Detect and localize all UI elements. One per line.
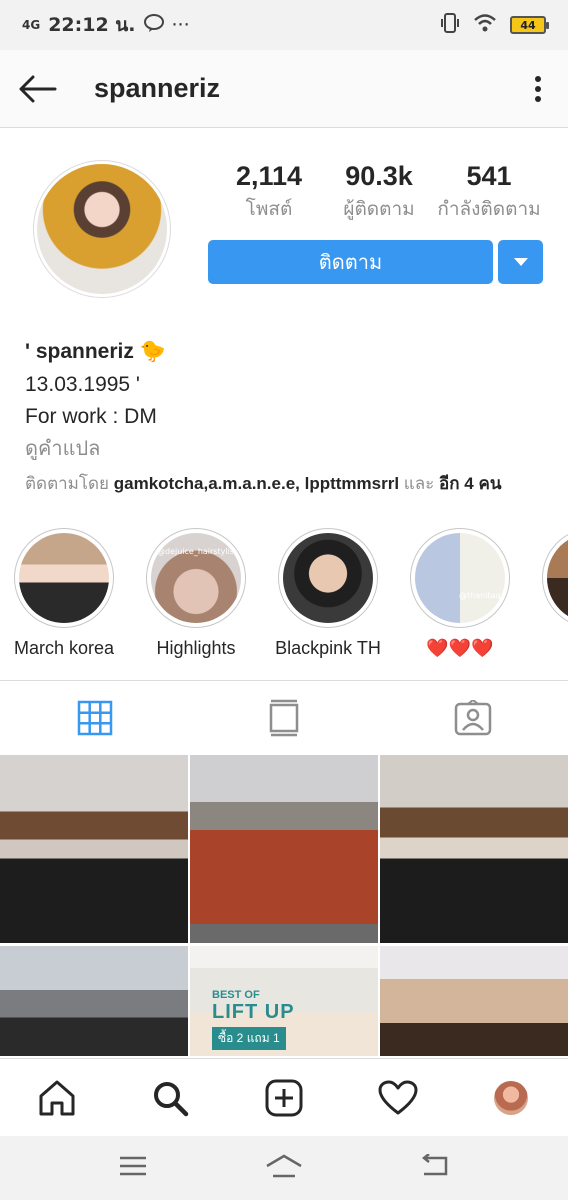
post-thumbnail[interactable]: [190, 755, 378, 943]
back-arrow-icon: [19, 75, 57, 102]
story-highlights: March korea @dejuice_hairstylist Highlig…: [0, 524, 568, 676]
status-time: 22:12 น.: [48, 14, 136, 36]
profile-header: spanneriz: [0, 50, 568, 128]
back-button[interactable]: [0, 50, 76, 128]
followers-count: 90.3k: [345, 161, 413, 191]
followers-label: ผู้ติดตาม: [343, 198, 415, 220]
promo-lift: LIFT UP: [212, 1001, 295, 1023]
followers-stat[interactable]: 90.3k ผู้ติดตาม: [324, 161, 434, 224]
following-label: กำลังติดตาม: [437, 198, 541, 220]
posts-label: โพสต์: [245, 198, 293, 220]
wifi-icon: [474, 13, 496, 37]
highlight-ring: @thanitaq: [410, 528, 510, 628]
bio-name-text: ' spanneriz: [25, 340, 134, 363]
highlight-item[interactable]: @dejuice_hairstylist Highlights: [146, 524, 246, 676]
page-title: spanneriz: [94, 73, 221, 103]
tab-feed[interactable]: [189, 681, 378, 754]
search-icon: [154, 1081, 189, 1116]
status-right: 44: [440, 12, 549, 39]
heart-icon: [378, 1080, 418, 1114]
following-count: 541: [466, 161, 512, 191]
promo-deal: ซื้อ 2 แถม 1: [212, 1027, 286, 1050]
status-bar: 4G 22:12 น. ··· 44: [0, 0, 568, 50]
highlight-label: ❤️❤️❤️: [426, 638, 494, 658]
grid-icon: [77, 700, 112, 735]
following-stat[interactable]: 541 กำลังติดตาม: [434, 161, 544, 224]
promo-title: BEST OF: [212, 989, 260, 1001]
followed-by-prefix: ติดตามโดย: [25, 474, 110, 493]
nav-home[interactable]: [0, 1059, 114, 1136]
promo-overlay: BEST OF LIFT UP ซื้อ 2 แถม 1: [190, 946, 378, 1056]
bio-work: For work : DM: [25, 405, 157, 428]
highlight-cover: @thanitaq: [415, 533, 505, 623]
post-thumbnail[interactable]: [380, 755, 568, 943]
highlight-item[interactable]: March korea: [14, 524, 114, 676]
suggested-accounts-button[interactable]: [498, 240, 543, 284]
highlight-item[interactable]: [542, 524, 568, 676]
more-vertical-icon: [535, 75, 541, 102]
bio-name: ' spanneriz 🐤: [25, 335, 545, 369]
chick-emoji-icon: 🐤: [139, 340, 167, 363]
tab-tagged[interactable]: [379, 681, 568, 754]
vibrate-icon: [440, 12, 460, 39]
add-post-icon: [265, 1079, 303, 1116]
home-nav-icon[interactable]: [265, 1154, 303, 1182]
status-more-icon: ···: [171, 14, 190, 36]
profile-bio: ' spanneriz 🐤 13.03.1995 ' For work : DM…: [25, 335, 545, 503]
bio-birthday: 13.03.1995 ': [25, 373, 140, 396]
profile-stats: 2,114 โพสต์ 90.3k ผู้ติดตาม 541 กำลังติด…: [214, 161, 544, 224]
post-thumbnail[interactable]: BEST OF LIFT UP ซื้อ 2 แถม 1: [190, 946, 378, 1056]
see-translation-link[interactable]: ดูคำแปล: [25, 433, 545, 465]
nav-new-post[interactable]: [227, 1059, 341, 1136]
post-thumbnail[interactable]: [380, 946, 568, 1056]
profile-section: 2,114 โพสต์ 90.3k ผู้ติดตาม 541 กำลังติด…: [0, 129, 568, 524]
highlight-ring: [542, 528, 568, 628]
profile-tabs: [0, 680, 568, 754]
highlight-cover: [547, 533, 568, 623]
tab-grid[interactable]: [0, 681, 189, 754]
network-indicator: 4G: [22, 17, 41, 32]
posts-stat[interactable]: 2,114 โพสต์: [214, 161, 324, 224]
highlight-item[interactable]: @thanitaq ❤️❤️❤️: [410, 524, 510, 676]
bottom-nav: [0, 1058, 568, 1136]
tagged-person-icon: [455, 699, 492, 735]
highlight-cover: @dejuice_hairstylist: [151, 533, 241, 623]
highlight-ring: [14, 528, 114, 628]
highlight-cover: [283, 533, 373, 623]
nav-profile[interactable]: [454, 1059, 568, 1136]
followed-by-and: และ: [403, 474, 435, 493]
avatar-image: [37, 164, 167, 294]
status-left: 4G 22:12 น. ···: [22, 10, 440, 40]
line-notification-icon: [143, 13, 164, 37]
post-thumbnail[interactable]: [0, 755, 188, 943]
follow-button[interactable]: ติดตาม: [208, 240, 493, 284]
profile-avatar[interactable]: [33, 160, 171, 298]
more-options-button[interactable]: [508, 50, 568, 128]
feed-icon: [269, 699, 299, 736]
nav-activity[interactable]: [341, 1059, 455, 1136]
battery-icon: 44: [510, 16, 549, 34]
system-nav-bar: [0, 1136, 568, 1200]
highlight-ring: @dejuice_hairstylist: [146, 528, 246, 628]
followed-by-users: gamkotcha,a.m.a.n.e.e, lppttmmsrrl: [113, 474, 400, 493]
back-nav-icon[interactable]: [420, 1153, 450, 1182]
followed-by-more: อีก 4 คน: [439, 474, 502, 493]
highlight-item[interactable]: Blackpink TH: [275, 524, 381, 676]
followed-by[interactable]: ติดตามโดย gamkotcha,a.m.a.n.e.e, lppttmm…: [25, 465, 545, 503]
highlight-label: March korea: [13, 638, 115, 658]
highlight-label: Blackpink TH: [275, 638, 381, 658]
highlight-overlay-text: @dejuice_hairstylist: [157, 547, 238, 556]
profile-avatar-icon: [494, 1080, 529, 1115]
chevron-down-icon: [513, 258, 528, 266]
posts-count: 2,114: [235, 161, 303, 191]
menu-icon[interactable]: [118, 1155, 148, 1181]
highlight-overlay-text: @thanitaq: [459, 591, 501, 600]
post-thumbnail[interactable]: [0, 946, 188, 1056]
nav-search[interactable]: [114, 1059, 228, 1136]
highlight-ring: [278, 528, 378, 628]
highlight-label: Highlights: [156, 638, 236, 658]
posts-grid: BEST OF LIFT UP ซื้อ 2 แถม 1: [0, 755, 568, 1057]
highlight-cover: [19, 533, 109, 623]
home-icon: [39, 1080, 75, 1115]
